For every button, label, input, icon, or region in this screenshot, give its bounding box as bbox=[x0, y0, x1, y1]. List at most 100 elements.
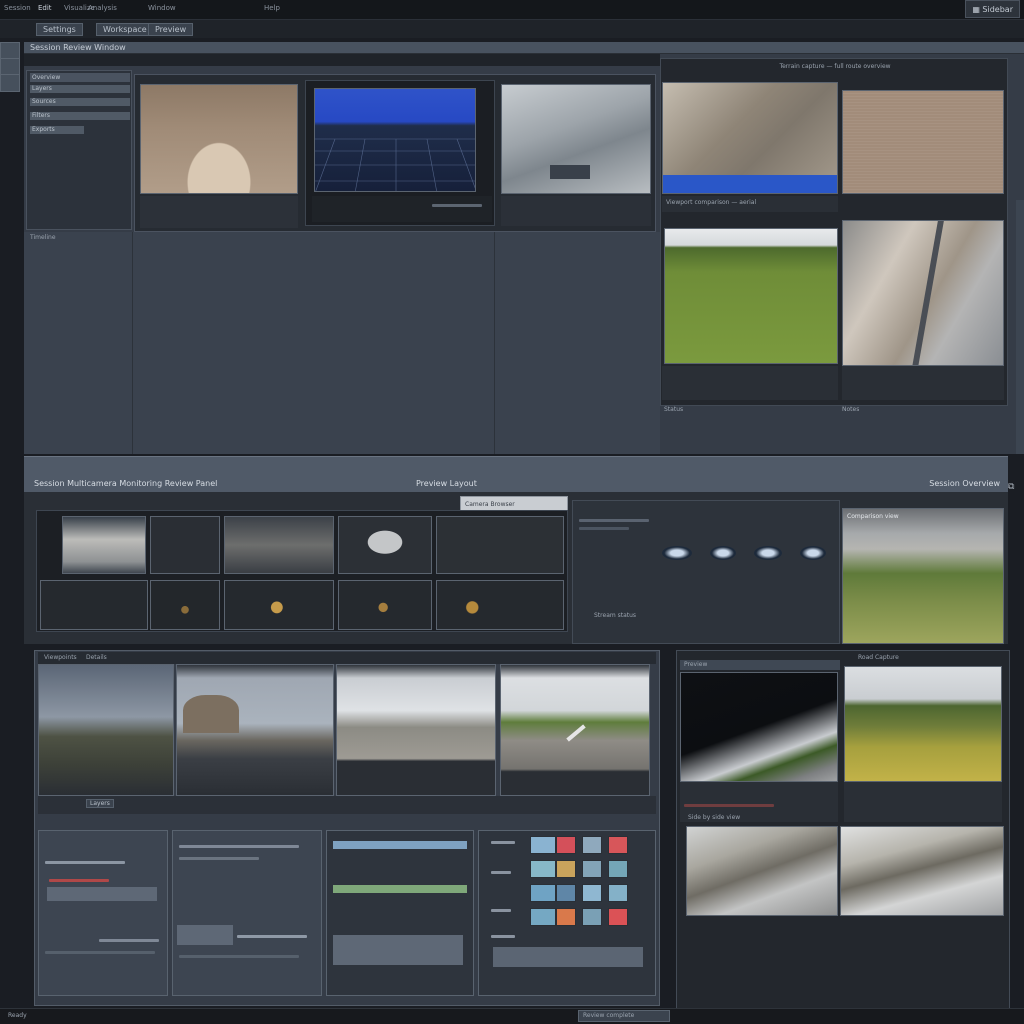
stream-eye-icon-4 bbox=[800, 546, 826, 560]
stream-eye-icon-2 bbox=[710, 546, 736, 560]
right-scrollbar[interactable] bbox=[1016, 200, 1024, 454]
grid-overlay-icon bbox=[315, 138, 475, 191]
color-swatch[interactable] bbox=[608, 908, 628, 926]
color-swatch[interactable] bbox=[556, 860, 576, 878]
comparison-label: Comparison view bbox=[847, 513, 899, 520]
thumb-green-field[interactable] bbox=[664, 228, 838, 364]
side-by-side-caption: Side by side view bbox=[688, 814, 741, 821]
viewpoint-runway[interactable] bbox=[500, 664, 650, 796]
status-bar: Ready Review complete bbox=[0, 1008, 1024, 1024]
menu-analysis[interactable]: Analysis bbox=[88, 4, 117, 12]
stream-indicators bbox=[660, 544, 830, 584]
timeline-label: Timeline bbox=[30, 234, 56, 241]
toolbar: Settings Workspace Preview bbox=[0, 20, 1024, 38]
preview-road-tunnel[interactable] bbox=[680, 672, 838, 782]
bottom-left-header: Viewpoints Details bbox=[38, 652, 656, 664]
thumb-gravel-texture[interactable] bbox=[842, 90, 1004, 194]
camera-6[interactable] bbox=[40, 580, 148, 630]
bottom-left-tabbar: Layers bbox=[38, 796, 656, 814]
status-right-box: Review complete bbox=[578, 1010, 670, 1022]
color-swatch[interactable] bbox=[556, 836, 576, 854]
color-swatch[interactable] bbox=[608, 836, 628, 854]
middle-header-overview: Session Overview bbox=[929, 479, 1000, 488]
viewpoint-plain[interactable] bbox=[38, 664, 174, 796]
left-dock-strip[interactable] bbox=[0, 42, 20, 92]
analytics-panel-1 bbox=[38, 830, 168, 996]
viewpoint-ruins[interactable] bbox=[176, 664, 334, 796]
side-item-filters[interactable]: Filters bbox=[30, 112, 130, 120]
color-swatch[interactable] bbox=[530, 860, 556, 878]
camera-9[interactable] bbox=[338, 580, 432, 630]
viewer-grid-horizon[interactable] bbox=[314, 88, 476, 192]
progress-bar-green bbox=[333, 885, 467, 893]
bottom-right-header: Preview bbox=[680, 660, 840, 670]
preview-label: Preview bbox=[684, 661, 708, 668]
camera-5[interactable] bbox=[436, 516, 564, 574]
timeline-area: Timeline bbox=[24, 232, 660, 454]
side-item-sources[interactable]: Sources bbox=[30, 98, 130, 106]
camera-2[interactable] bbox=[150, 516, 220, 574]
side-item-layers[interactable]: Layers bbox=[30, 85, 130, 93]
sidebar-toggle-button[interactable]: ▦ Sidebar bbox=[965, 0, 1020, 18]
color-swatch[interactable] bbox=[530, 884, 556, 902]
viewer-concrete-structure[interactable] bbox=[501, 84, 651, 194]
status-label: Status bbox=[664, 406, 684, 413]
color-swatch[interactable] bbox=[582, 908, 602, 926]
tab-preview[interactable]: Preview bbox=[148, 23, 194, 36]
status-text: Ready bbox=[8, 1012, 27, 1019]
camera-7[interactable] bbox=[150, 580, 220, 630]
camera-10[interactable] bbox=[436, 580, 564, 630]
color-swatch[interactable] bbox=[608, 860, 628, 878]
top-section-subbar bbox=[24, 54, 660, 66]
detail-wing-right[interactable] bbox=[840, 826, 1004, 916]
camera-3[interactable] bbox=[224, 516, 334, 574]
side-item-exports[interactable]: Exports bbox=[30, 126, 84, 134]
color-swatch[interactable] bbox=[530, 836, 556, 854]
stream-eye-icon-1 bbox=[662, 546, 692, 560]
top-section-titlebar: Session Review Window bbox=[24, 42, 1024, 54]
layers-tab[interactable]: Layers bbox=[86, 799, 114, 808]
details-tab[interactable]: Details bbox=[86, 654, 107, 661]
color-swatch[interactable] bbox=[556, 908, 576, 926]
right-grid-header: Terrain capture — full route overview bbox=[779, 63, 891, 70]
viewer-3-info bbox=[501, 196, 651, 226]
thumb-road-aerial[interactable] bbox=[662, 82, 838, 194]
viewpoint-gravel-field[interactable] bbox=[336, 664, 496, 796]
tab-workspace[interactable]: Workspace bbox=[96, 23, 154, 36]
viewer-ground-closeup[interactable] bbox=[140, 84, 298, 194]
viewer-1-info bbox=[140, 196, 298, 228]
middle-header-bar: Session Multicamera Monitoring Review Pa… bbox=[24, 456, 1008, 492]
top-section-title: Session Review Window bbox=[30, 43, 126, 52]
color-swatch[interactable] bbox=[608, 884, 628, 902]
grid-icon: ▦ bbox=[972, 5, 983, 14]
preview-right-info bbox=[844, 782, 1002, 822]
color-swatch[interactable] bbox=[582, 884, 602, 902]
notes-label: Notes bbox=[842, 406, 860, 413]
right-grid-caption-bar: Viewport comparison — aerial bbox=[662, 196, 838, 212]
thumb-runway-aerial[interactable] bbox=[842, 220, 1004, 366]
color-swatch[interactable] bbox=[556, 884, 576, 902]
viewpoints-label: Viewpoints bbox=[44, 654, 77, 661]
middle-header-title: Session Multicamera Monitoring Review Pa… bbox=[34, 479, 218, 488]
camera-4[interactable] bbox=[338, 516, 432, 574]
color-swatch[interactable] bbox=[582, 836, 602, 854]
preview-yellow-field[interactable] bbox=[844, 666, 1002, 782]
comparison-field-view[interactable]: Comparison view bbox=[842, 508, 1004, 644]
dock-icon[interactable]: ⧉ bbox=[1008, 482, 1024, 496]
menu-help[interactable]: Help bbox=[264, 4, 280, 12]
right-grid-bottom-right bbox=[842, 366, 1004, 400]
menu-bar: Session Edit Visualize Analysis Window H… bbox=[0, 0, 1024, 20]
menu-edit[interactable]: Edit bbox=[38, 4, 52, 12]
menu-session[interactable]: Session bbox=[4, 4, 31, 12]
camera-8[interactable] bbox=[224, 580, 334, 630]
side-item-overview[interactable]: Overview bbox=[30, 73, 130, 82]
color-swatch-grid bbox=[530, 836, 634, 930]
color-swatch[interactable] bbox=[582, 860, 602, 878]
road-capture-label: Road Capture bbox=[858, 654, 899, 661]
color-swatch[interactable] bbox=[530, 908, 556, 926]
camera-1[interactable] bbox=[62, 516, 146, 574]
menu-window[interactable]: Window bbox=[148, 4, 176, 12]
detail-wing-left[interactable] bbox=[686, 826, 838, 916]
tab-settings[interactable]: Settings bbox=[36, 23, 83, 36]
stream-caption: Stream status bbox=[594, 612, 637, 619]
